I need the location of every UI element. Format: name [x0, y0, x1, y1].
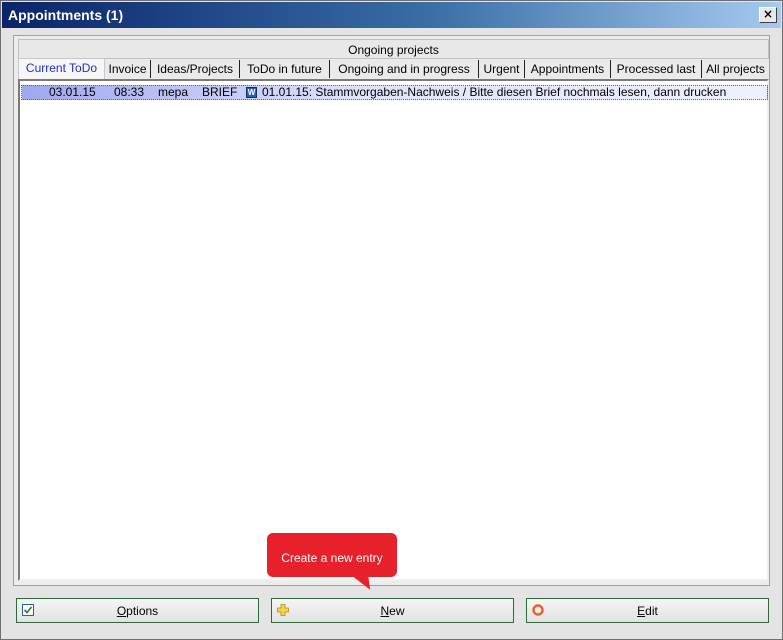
tab-invoice-label: Invoice: [108, 62, 147, 76]
list-item[interactable]: 03.01.15 08:33 mepa BRIEF W 01.01.15: St…: [21, 85, 768, 100]
tab-ideas-projects-label: Ideas/Projects: [156, 62, 234, 76]
tab-appointments-label: Appointments: [530, 62, 605, 76]
tab-current-todo-label: Current ToDo: [25, 61, 98, 75]
tab-current-todo[interactable]: Current ToDo: [18, 58, 105, 79]
tab-todo-in-future-label: ToDo in future: [247, 62, 322, 76]
window-title: Appointments (1): [8, 7, 124, 23]
row-date: 03.01.15: [49, 85, 96, 99]
row-time: 08:33: [114, 85, 145, 99]
row-description: 01.01.15: Stammvorgaben-Nachweis / Bitte…: [262, 85, 727, 99]
tab-row: Current ToDo Invoice Ideas/Projects ToDo…: [18, 58, 769, 79]
appointment-list[interactable]: 03.01.15 08:33 mepa BRIEF W 01.01.15: St…: [18, 79, 769, 581]
close-button[interactable]: ×: [759, 7, 777, 23]
tab-appointments[interactable]: Appointments: [525, 60, 611, 78]
edit-button-label: Edit: [637, 604, 658, 618]
tab-processed-last[interactable]: Processed last: [611, 60, 702, 78]
tab-ongoing-in-progress[interactable]: Ongoing and in progress: [330, 60, 479, 78]
tab-urgent-label: Urgent: [483, 62, 520, 76]
tab-ongoing-projects-label: Ongoing projects: [348, 43, 439, 57]
options-button[interactable]: Options: [16, 598, 259, 623]
tab-invoice[interactable]: Invoice: [105, 60, 151, 78]
close-icon: ×: [762, 7, 774, 21]
appointments-window: Appointments (1) × Ongoing projects Curr…: [0, 0, 783, 640]
tab-ideas-projects[interactable]: Ideas/Projects: [151, 60, 240, 78]
tab-todo-in-future[interactable]: ToDo in future: [240, 60, 330, 78]
edit-button[interactable]: Edit: [526, 598, 769, 623]
callout-text: Create a new entry: [281, 551, 383, 565]
new-button[interactable]: New: [271, 598, 514, 623]
tab-all-projects-label: All projects: [706, 62, 765, 76]
tab-urgent[interactable]: Urgent: [479, 60, 525, 78]
tab-ongoing-projects[interactable]: Ongoing projects: [18, 39, 769, 59]
new-button-label: New: [380, 604, 405, 618]
title-bar[interactable]: Appointments (1) ×: [2, 2, 781, 28]
tab-ongoing-in-progress-label: Ongoing and in progress: [338, 62, 470, 76]
options-button-label: Options: [116, 604, 159, 618]
word-document-icon: W: [246, 87, 257, 98]
tab-all-projects[interactable]: All projects: [702, 60, 769, 78]
row-user: mepa: [158, 85, 189, 99]
callout-bubble: Create a new entry: [267, 533, 397, 577]
row-type: BRIEF: [202, 85, 238, 99]
tab-processed-last-label: Processed last: [616, 62, 696, 76]
